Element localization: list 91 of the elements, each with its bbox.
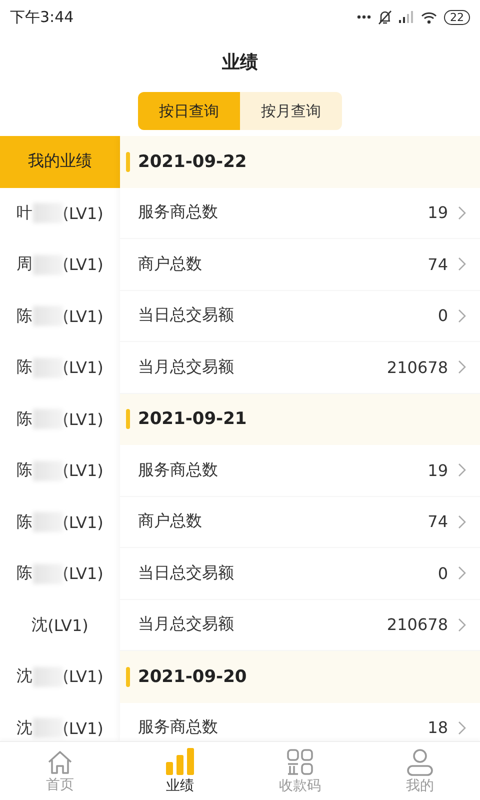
chevron-right-icon xyxy=(458,566,466,580)
stat-value: 0 xyxy=(438,564,448,583)
chevron-right-icon xyxy=(458,308,466,323)
stat-value: 19 xyxy=(428,460,448,480)
chevron-right-icon xyxy=(458,257,466,272)
stat-value: 19 xyxy=(428,203,448,222)
status-time: 下午3:44 xyxy=(10,8,74,26)
sidebar-item[interactable]: 叶 (LV1) xyxy=(16,202,104,224)
nav-label: 首页 xyxy=(46,776,74,794)
stat-label: 服务商总数 xyxy=(138,717,219,738)
stat-value: 18 xyxy=(428,718,448,738)
member-level: (LV1) xyxy=(62,718,104,738)
sidebar-item[interactable]: 陈 (LV1) xyxy=(16,563,104,584)
stat-row[interactable]: 当日总交易额 0 xyxy=(120,290,480,342)
sidebar-item[interactable]: 陈 (LV1) xyxy=(16,357,104,378)
member-level: (LV1) xyxy=(62,255,104,274)
page-title: 业绩 xyxy=(221,51,259,75)
nav-tab[interactable]: 业绩 xyxy=(120,742,240,800)
stat-value: 74 xyxy=(428,254,448,274)
date-heading: 2021-09-21 xyxy=(138,409,247,430)
member-level: (LV1) xyxy=(62,410,104,429)
wifi-icon xyxy=(421,10,437,24)
stat-value: 74 xyxy=(428,512,448,532)
member-level: (LV1) xyxy=(62,461,104,480)
chevron-right-icon xyxy=(458,618,466,632)
tab[interactable]: 按日查询 xyxy=(138,92,240,130)
bell-muted-icon xyxy=(378,10,392,24)
stat-label: 当日总交易额 xyxy=(138,305,235,326)
sidebar-item[interactable]: 周 (LV1) xyxy=(16,254,104,276)
chevron-right-icon xyxy=(458,463,466,478)
sidebar-item[interactable]: 沈 (LV1) xyxy=(16,666,104,688)
stat-label: 当月总交易额 xyxy=(138,614,235,636)
bar-chart-icon xyxy=(165,748,195,776)
home-icon xyxy=(46,748,74,774)
sidebar-item[interactable]: 陈 (LV1) xyxy=(16,408,104,430)
stat-label: 当月总交易额 xyxy=(138,356,235,378)
sidebar-item[interactable]: 沈(LV1) xyxy=(32,614,88,636)
member-name: 陈 xyxy=(16,357,33,378)
stat-value: 210678 xyxy=(386,615,448,634)
date-heading: 2021-09-20 xyxy=(138,666,247,687)
member-name: 叶 xyxy=(16,202,33,224)
member-level: (LV1) xyxy=(62,512,104,532)
stat-label: 服务商总数 xyxy=(138,202,219,224)
nav-label: 收款码 xyxy=(279,776,321,794)
stat-label: 当日总交易额 xyxy=(138,562,235,584)
member-level: (LV1) xyxy=(62,667,104,686)
accent-bar xyxy=(126,409,130,430)
nav-label: 业绩 xyxy=(166,776,194,794)
member-level: (LV1) xyxy=(48,616,88,635)
stat-label: 服务商总数 xyxy=(138,460,219,481)
more-dots-icon xyxy=(357,15,371,19)
member-level: (LV1) xyxy=(62,204,104,223)
tab[interactable]: 按月查询 xyxy=(240,92,342,130)
user-icon xyxy=(406,748,434,776)
date-heading: 2021-09-22 xyxy=(138,152,247,172)
sidebar-item[interactable]: 陈 (LV1) xyxy=(16,512,104,533)
member-name: 周 xyxy=(16,254,33,276)
member-name: 沈 xyxy=(16,718,33,739)
member-level: (LV1) xyxy=(62,358,104,378)
signal-icon xyxy=(399,11,414,23)
stat-row[interactable]: 当日总交易额 0 xyxy=(120,548,480,600)
stat-label: 商户总数 xyxy=(138,254,203,275)
member-level: (LV1) xyxy=(62,306,104,326)
accent-bar xyxy=(126,666,130,687)
accent-bar xyxy=(126,152,130,172)
member-level: (LV1) xyxy=(62,564,104,584)
stat-row[interactable]: 服务商总数 19 xyxy=(120,188,480,239)
member-name: 沈 xyxy=(32,614,48,636)
member-name: 陈 xyxy=(16,306,33,327)
grid-icon xyxy=(286,748,314,776)
stat-row[interactable]: 商户总数 74 xyxy=(120,239,480,290)
member-name: 陈 xyxy=(16,408,33,430)
nav-label: 我的 xyxy=(406,776,434,794)
member-name: 陈 xyxy=(16,563,33,584)
member-name: 陈 xyxy=(16,460,33,482)
stat-row[interactable]: 服务商总数 19 xyxy=(120,445,480,496)
sidebar-item[interactable]: 沈 (LV1) xyxy=(16,718,104,739)
chevron-right-icon xyxy=(458,514,466,529)
member-name: 陈 xyxy=(16,512,33,533)
chevron-right-icon xyxy=(458,360,466,374)
sidebar-item[interactable]: 陈 (LV1) xyxy=(16,460,104,482)
stat-label: 商户总数 xyxy=(138,511,203,532)
sidebar-item[interactable]: 陈 (LV1) xyxy=(16,306,104,327)
chevron-right-icon xyxy=(458,206,466,220)
sidebar-item[interactable]: 我的业绩 xyxy=(0,136,120,188)
stat-value: 210678 xyxy=(386,358,448,377)
chevron-right-icon xyxy=(458,720,466,735)
stat-value: 0 xyxy=(438,306,448,326)
stat-row[interactable]: 商户总数 74 xyxy=(120,496,480,548)
battery-indicator: 22 xyxy=(444,10,470,24)
member-name: 沈 xyxy=(16,666,33,688)
